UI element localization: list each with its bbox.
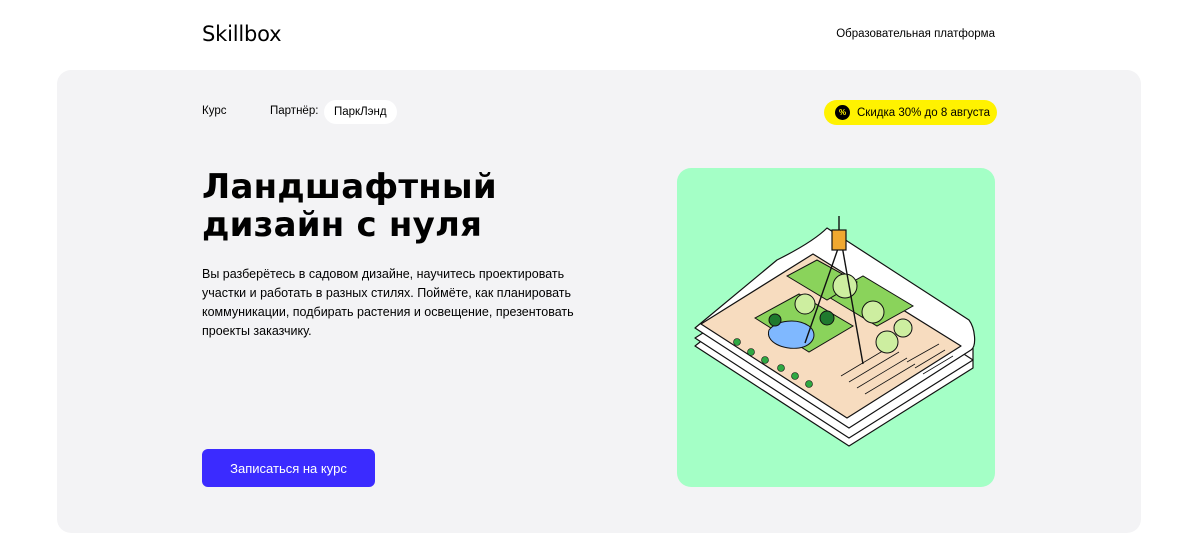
course-title-line-2: дизайн с нуля bbox=[202, 205, 483, 245]
discount-text: Скидка 30% до 8 августа bbox=[857, 106, 991, 119]
percent-icon: % bbox=[835, 105, 850, 120]
skillbox-logo[interactable]: Skillbox bbox=[202, 22, 282, 46]
course-hero: Курс Партнёр: ПаркЛэнд % Скидка 30% до 8… bbox=[57, 70, 1141, 533]
course-description: Вы разберётесь в садовом дизайне, научит… bbox=[202, 267, 574, 338]
course-illustration-card bbox=[677, 168, 995, 487]
partner-label: Партнёр: bbox=[270, 105, 319, 117]
course-title-line-1: Ландшафтный bbox=[202, 167, 497, 207]
course-type-label: Курс bbox=[202, 105, 227, 117]
platform-tagline: Образовательная платформа bbox=[836, 28, 995, 40]
garden-plan-illustration bbox=[694, 216, 976, 447]
course-title: Ландшафтный дизайн с нуля bbox=[202, 168, 642, 244]
discount-badge: % Скидка 30% до 8 августа bbox=[824, 100, 997, 125]
enroll-button[interactable]: Записаться на курс bbox=[202, 449, 375, 487]
partner-badge: ПаркЛэнд bbox=[324, 100, 397, 124]
